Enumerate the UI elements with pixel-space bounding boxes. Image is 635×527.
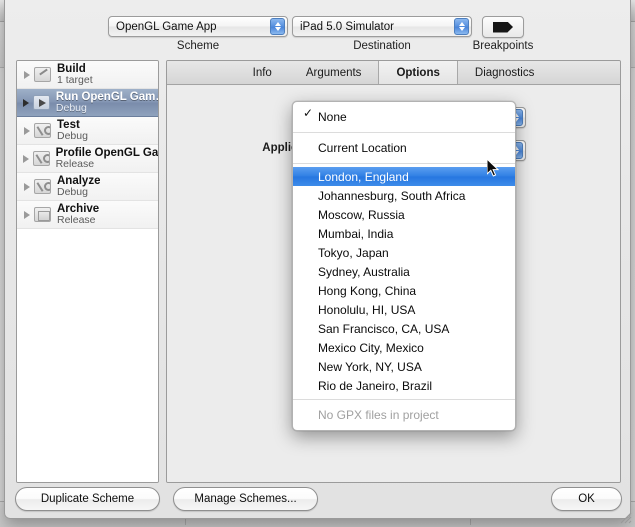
menu-item-label: Current Location	[318, 141, 407, 155]
disclosure-triangle-icon[interactable]	[20, 71, 34, 79]
scheme-row-test[interactable]: Test Debug	[17, 117, 158, 145]
tab-arguments[interactable]: Arguments	[289, 61, 379, 84]
run-play-icon	[33, 95, 50, 110]
menu-separator	[293, 399, 515, 400]
resize-grip-icon[interactable]	[619, 511, 632, 524]
scheme-row-subtitle: Release	[57, 215, 99, 226]
scheme-row-analyze[interactable]: Analyze Debug	[17, 173, 158, 201]
scheme-row-profile[interactable]: Profile OpenGL Ga… Release	[17, 145, 158, 173]
breakpoints-caption: Breakpoints	[462, 40, 544, 52]
menu-separator	[293, 132, 515, 133]
menu-item-san-francisco[interactable]: San Francisco, CA, USA	[293, 319, 515, 338]
menu-item-label: Johannesburg, South Africa	[318, 189, 465, 203]
menu-item-tokyo[interactable]: Tokyo, Japan	[293, 243, 515, 262]
menu-item-label: Tokyo, Japan	[318, 246, 389, 260]
menu-item-label: Rio de Janeiro, Brazil	[318, 379, 432, 393]
menu-item-label: New York, NY, USA	[318, 360, 422, 374]
duplicate-scheme-button[interactable]: Duplicate Scheme	[15, 487, 160, 511]
scheme-row-archive[interactable]: Archive Release	[17, 201, 158, 229]
sheet-toolbar: OpenGL Game App Scheme iPad 5.0 Simulato…	[5, 0, 630, 56]
location-dropdown-menu[interactable]: ✓ None Current Location London, England …	[292, 101, 516, 431]
scheme-caption: Scheme	[108, 40, 288, 52]
destination-popup-arrows-icon	[454, 18, 469, 35]
mouse-cursor-icon	[487, 159, 499, 178]
scheme-row-build[interactable]: Build 1 target	[17, 61, 158, 89]
scheme-popup-button[interactable]: OpenGL Game App	[108, 16, 288, 37]
scheme-popup-value: OpenGL Game App	[109, 21, 217, 33]
scheme-popup-arrows-icon	[270, 18, 285, 35]
scheme-list-empty-area	[17, 229, 158, 483]
tab-diagnostics[interactable]: Diagnostics	[458, 61, 551, 84]
menu-item-label: Honolulu, HI, USA	[318, 303, 415, 317]
menu-item-johannesburg[interactable]: Johannesburg, South Africa	[293, 186, 515, 205]
menu-item-new-york[interactable]: New York, NY, USA	[293, 357, 515, 376]
box-icon	[34, 207, 51, 222]
disclosure-triangle-icon[interactable]	[20, 183, 34, 191]
menu-item-label: Mexico City, Mexico	[318, 341, 424, 355]
menu-item-none[interactable]: ✓ None	[293, 105, 515, 128]
menu-item-label: Moscow, Russia	[318, 208, 405, 222]
menu-item-label: Sydney, Australia	[318, 265, 410, 279]
disclosure-triangle-icon[interactable]	[20, 211, 34, 219]
scheme-action-list[interactable]: Build 1 target Run OpenGL Gam… Debug Tes…	[16, 60, 159, 483]
hammer-icon	[34, 67, 51, 82]
manage-schemes-button[interactable]: Manage Schemes...	[173, 487, 318, 511]
disclosure-triangle-icon[interactable]	[20, 155, 33, 163]
wrench-icon	[33, 151, 50, 166]
scheme-row-subtitle: Debug	[56, 103, 158, 114]
wrench-icon	[34, 179, 51, 194]
menu-item-rio-de-janeiro[interactable]: Rio de Janeiro, Brazil	[293, 376, 515, 395]
tab-options[interactable]: Options	[378, 61, 457, 84]
menu-item-label: London, England	[318, 170, 409, 184]
menu-item-label: No GPX files in project	[318, 408, 439, 422]
menu-item-label: San Francisco, CA, USA	[318, 322, 449, 336]
menu-item-label: None	[318, 110, 347, 124]
menu-item-moscow[interactable]: Moscow, Russia	[293, 205, 515, 224]
scheme-row-subtitle: Release	[56, 159, 158, 170]
destination-caption: Destination	[292, 40, 472, 52]
scheme-row-subtitle: Debug	[57, 131, 88, 142]
menu-item-label: Hong Kong, China	[318, 284, 416, 298]
menu-item-label: Mumbai, India	[318, 227, 393, 241]
ok-button[interactable]: OK	[551, 487, 622, 511]
menu-item-no-gpx-files: No GPX files in project	[293, 403, 515, 426]
menu-item-mexico-city[interactable]: Mexico City, Mexico	[293, 338, 515, 357]
breakpoints-toggle-button[interactable]	[482, 16, 524, 38]
checkmark-icon: ✓	[303, 106, 313, 120]
menu-item-hong-kong[interactable]: Hong Kong, China	[293, 281, 515, 300]
detail-tab-bar[interactable]: Info Arguments Options Diagnostics	[167, 61, 620, 85]
disclosure-triangle-icon[interactable]	[20, 127, 34, 135]
screen: OpenGL Game App Game App Device / Scheme…	[0, 0, 635, 527]
scheme-row-subtitle: Debug	[57, 187, 100, 198]
disclosure-triangle-icon[interactable]	[20, 99, 33, 107]
tab-info[interactable]: Info	[236, 61, 289, 84]
menu-item-mumbai[interactable]: Mumbai, India	[293, 224, 515, 243]
breakpoint-arrow-icon	[493, 22, 513, 33]
menu-item-sydney[interactable]: Sydney, Australia	[293, 262, 515, 281]
menu-item-london[interactable]: London, England	[293, 167, 515, 186]
destination-popup-button[interactable]: iPad 5.0 Simulator	[292, 16, 472, 37]
destination-popup-value: iPad 5.0 Simulator	[293, 21, 394, 33]
menu-separator	[293, 163, 515, 164]
scheme-row-subtitle: 1 target	[57, 75, 93, 86]
scheme-row-run[interactable]: Run OpenGL Gam… Debug	[17, 89, 158, 117]
menu-item-current-location[interactable]: Current Location	[293, 136, 515, 159]
wrench-icon	[34, 123, 51, 138]
menu-item-honolulu[interactable]: Honolulu, HI, USA	[293, 300, 515, 319]
